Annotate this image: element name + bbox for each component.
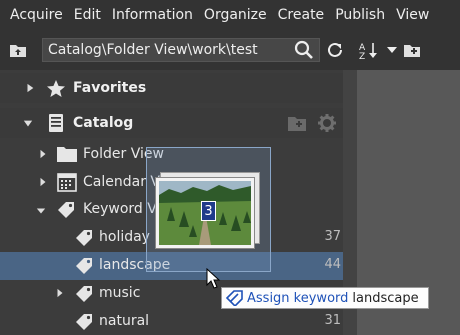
search-icon[interactable] [294,40,314,60]
expand-right-icon[interactable] [38,149,48,159]
path-field[interactable]: Catalog\Folder View\work\test [42,38,320,62]
toolbar: Catalog\Folder View\work\test AZ [0,30,460,70]
sort-dropdown-chevron-icon[interactable] [382,40,402,60]
new-folder-icon[interactable] [402,40,422,60]
star-icon [47,80,65,97]
path-text: Catalog\Folder View\work\test [48,42,258,58]
gear-icon[interactable] [317,113,337,133]
menu-view[interactable]: View [396,7,429,23]
tag-icon [58,202,74,218]
refresh-icon[interactable] [325,40,345,60]
tooltip-action: Assign keyword [247,290,349,306]
keyword-count: 37 [324,229,341,244]
keyword-count: 44 [324,257,341,272]
drag-count-badge: 3 [201,201,216,221]
tag-link-icon [226,290,243,306]
keyword-label: natural [99,313,150,329]
go-up-folder-icon[interactable] [8,40,28,60]
svg-text:Z: Z [359,52,365,60]
mouse-pointer-icon [206,268,221,289]
menu-create[interactable]: Create [278,7,325,23]
sort-icon[interactable]: AZ [358,40,378,60]
folder-icon [57,147,77,162]
catalog-label: Catalog [73,115,134,131]
calendar-icon [57,173,77,192]
tag-icon [76,230,92,246]
favorites-label: Favorites [73,80,147,96]
keyword-count: 31 [324,313,341,328]
favorites-section-header[interactable]: Favorites [0,73,343,103]
expand-right-icon[interactable] [38,177,48,187]
drop-tooltip: Assign keyword landscape [221,287,429,309]
menu-publish[interactable]: Publish [335,7,385,23]
menu-edit[interactable]: Edit [74,7,101,23]
menu-information[interactable]: Information [112,7,193,23]
tag-icon [76,314,92,330]
catalog-section-header[interactable]: Catalog [0,108,343,138]
menu-acquire[interactable]: Acquire [10,7,63,23]
menu-organize[interactable]: Organize [204,7,267,23]
menu-bar: Acquire Edit Information Organize Create… [0,0,460,30]
keyword-label: holiday [99,229,150,245]
expand-down-icon[interactable] [36,206,46,216]
add-folder-icon[interactable] [287,115,307,132]
tag-icon [76,286,92,302]
expand-right-icon[interactable] [25,83,35,93]
tooltip-keyword: landscape [352,290,419,306]
catalog-book-icon [49,114,63,132]
tag-icon [76,258,92,274]
keyword-item-natural[interactable]: natural 31 [0,308,343,335]
expand-down-icon[interactable] [23,119,33,129]
keyword-label: music [99,285,141,301]
expand-right-icon[interactable] [55,288,65,298]
